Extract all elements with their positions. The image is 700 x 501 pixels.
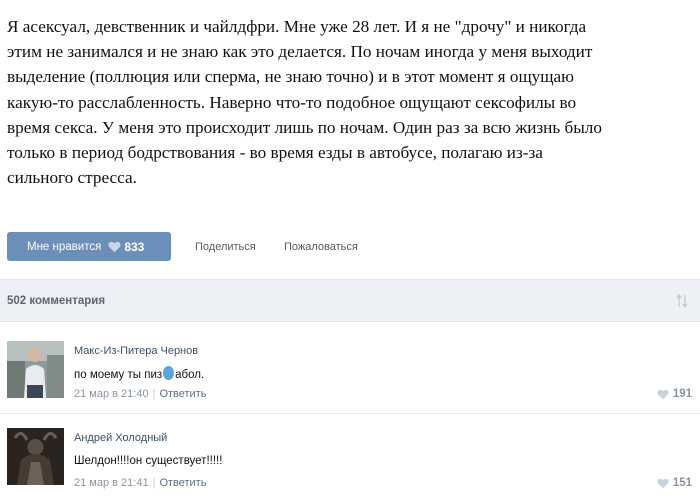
avatar[interactable] xyxy=(7,428,64,485)
reply-link[interactable]: Ответить xyxy=(159,388,206,400)
comment-author[interactable]: Макс-Из-Питера Чернов xyxy=(74,345,198,357)
comment-text-end: абол. xyxy=(175,369,205,381)
comment-author[interactable]: Андрей Холодный xyxy=(74,432,167,444)
comment-likes-count: 151 xyxy=(672,477,692,489)
post-text-line: этим не занимался и не знаю как это дела… xyxy=(7,42,593,62)
heart-icon xyxy=(108,241,121,253)
comment-meta: 21 мар в 21:41 | Ответить xyxy=(74,477,206,489)
comment-likes-count: 191 xyxy=(672,388,692,400)
post-text-line: время секса. У меня это происходит лишь … xyxy=(7,117,602,137)
share-link[interactable]: Поделиться xyxy=(195,241,256,253)
comments-count: 502 комментария xyxy=(7,295,106,307)
post-actions: Мне нравится 833 Поделиться Пожаловаться xyxy=(7,232,697,261)
post-text-line: Я асексуал, девственник и чайлдфри. Мне … xyxy=(7,17,587,36)
like-count: 833 xyxy=(124,239,145,254)
meta-separator: | xyxy=(152,477,156,489)
comment-text: Шелдон!!!!он существует!!!!! xyxy=(74,455,223,467)
comment-date[interactable]: 21 мар в 21:40 xyxy=(74,388,149,400)
post-text-line: какую-то расслабленность. Наверно что-то… xyxy=(7,92,577,112)
reply-link[interactable]: Ответить xyxy=(159,477,206,489)
post-text-line: только в период бодрствования - во время… xyxy=(7,143,543,163)
post-text-line: выделение (поллюция или сперма, не знаю … xyxy=(7,67,574,87)
comment-text: по моему ты пиз абол. xyxy=(74,366,204,381)
like-button[interactable]: Мне нравится 833 xyxy=(7,232,171,261)
post-text-line: сильного стресса. xyxy=(7,168,137,188)
comment-likes[interactable]: 151 xyxy=(657,477,692,489)
post-text: Я асексуал, девственник и чайлдфри. Мне … xyxy=(7,14,695,190)
comment-date[interactable]: 21 мар в 21:41 xyxy=(74,477,149,489)
comments-header: 502 комментария xyxy=(0,279,700,322)
like-button-label: Мне нравится xyxy=(27,240,102,253)
comment-text-start: по моему ты пиз xyxy=(74,369,163,381)
comment-meta: 21 мар в 21:40 | Ответить xyxy=(74,388,206,400)
avatar[interactable] xyxy=(7,341,64,398)
meta-separator: | xyxy=(152,388,156,400)
comment-item: Макс-Из-Питера Чернов по моему ты пиз або… xyxy=(0,330,700,414)
heart-icon xyxy=(657,478,669,488)
comment-likes[interactable]: 191 xyxy=(657,388,692,400)
report-link[interactable]: Пожаловаться xyxy=(284,241,358,253)
heart-icon xyxy=(657,389,669,399)
sort-arrows-icon[interactable] xyxy=(676,293,688,314)
comment-item: Андрей Холодный Шелдон!!!!он существует!… xyxy=(0,418,700,501)
censor-blob xyxy=(163,366,175,380)
